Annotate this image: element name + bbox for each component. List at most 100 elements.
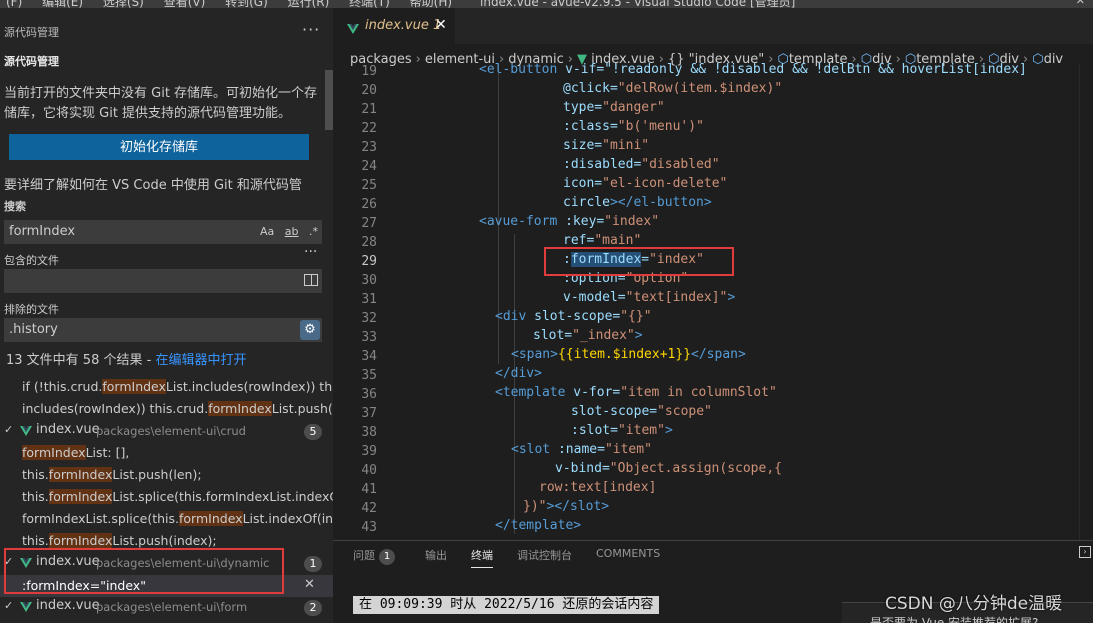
- match-word-icon[interactable]: ab: [285, 225, 299, 238]
- sidebar-header: 源代码管理: [4, 26, 59, 39]
- exclude-files-input[interactable]: .history ⚙: [4, 318, 322, 342]
- result-line[interactable]: if (!this.crud.formIndexList.includes(ro…: [22, 379, 333, 394]
- line-number: 43: [361, 520, 377, 535]
- line-number: 28: [361, 235, 377, 250]
- code-line: circle></el-button>: [563, 195, 712, 210]
- result-line[interactable]: this.formIndexList.splice(this.formIndex…: [22, 489, 333, 504]
- toggle-details-icon[interactable]: ···: [304, 244, 317, 260]
- menu-run[interactable]: 运行(R): [288, 0, 330, 8]
- tab-output[interactable]: 输出: [425, 547, 447, 563]
- menu-edit[interactable]: 编辑(E): [42, 0, 83, 8]
- line-number: 41: [361, 482, 377, 497]
- editor-scrollbar[interactable]: [1079, 64, 1093, 540]
- code-line: icon="el-icon-delete": [563, 176, 728, 191]
- file-path: packages\element-ui\crud: [96, 424, 246, 438]
- vue-file-icon: [20, 426, 32, 436]
- result-file-form[interactable]: ✓ index.vue packages\element-ui\form 2: [0, 597, 333, 619]
- sidebar: 源代码管理 ··· 源代码管理 当前打开的文件夹中没有 Git 存储库。可初始化…: [0, 8, 333, 623]
- search-input[interactable]: formIndex Aa ab .*: [4, 220, 322, 244]
- tab-problems[interactable]: 问题 1: [353, 547, 395, 565]
- code-line: </template>: [495, 518, 582, 533]
- code-line: <span>{{item.$index+1}}</span>: [511, 347, 746, 362]
- result-line[interactable]: this.formIndexList.push(len);: [22, 467, 333, 482]
- exclude-files-label: 排除的文件: [4, 303, 59, 316]
- line-number: 32: [361, 311, 377, 326]
- vue-file-icon: [20, 602, 32, 612]
- code-line: :disabled="disabled": [563, 157, 720, 172]
- line-number: 26: [361, 197, 377, 212]
- line-number: 37: [361, 406, 377, 421]
- code-line: </div>: [495, 366, 542, 381]
- open-editors-only-icon[interactable]: [304, 274, 318, 286]
- line-number: 34: [361, 349, 377, 364]
- tab-debug-console[interactable]: 调试控制台: [517, 547, 572, 563]
- title-bar: (F) 编辑(E) 选择(S) 查看(V) 转到(G) 运行(R) 终端(T) …: [0, 0, 1093, 8]
- result-line[interactable]: this.formIndexList.push(index);: [22, 533, 333, 548]
- code-line: @click="delRow(item.$index)": [563, 81, 783, 96]
- result-file-crud[interactable]: ✓ index.vue packages\element-ui\crud 5: [0, 421, 333, 443]
- code-line: v-bind="Object.assign(scope,{: [555, 461, 782, 476]
- more-actions-icon[interactable]: ···: [302, 20, 320, 39]
- use-exclude-settings-icon[interactable]: ⚙: [300, 320, 320, 340]
- match-case-icon[interactable]: Aa: [260, 225, 274, 238]
- tab-index-vue[interactable]: index.vue 1 ✕: [333, 8, 455, 44]
- line-number: 24: [361, 159, 377, 174]
- code-line: size="mini": [563, 138, 650, 153]
- code-line: <slot :name="item": [511, 442, 652, 457]
- terminal-output: 在 09:09:39 时从 2022/5/16 还原的会话内容: [353, 596, 660, 614]
- watermark: CSDN @八分钟de温暖: [885, 594, 1063, 614]
- include-files-label: 包含的文件: [4, 254, 59, 267]
- code-line: <div slot-scope="{}": [495, 309, 652, 324]
- file-name: index.vue: [36, 598, 100, 613]
- code-line: :class="b('menu')": [563, 119, 704, 134]
- line-number: 42: [361, 501, 377, 516]
- annotation-box: [544, 247, 734, 276]
- tab-label: index.vue 1: [365, 18, 442, 33]
- annotation-box: [4, 548, 284, 594]
- close-tab-icon[interactable]: ✕: [435, 17, 447, 33]
- line-number: 22: [361, 121, 377, 136]
- result-summary: 13 文件中有 58 个结果 - 在编辑器中打开: [6, 349, 246, 368]
- search-label: 搜索: [4, 200, 26, 213]
- window-close-icon[interactable]: ✕: [1076, 0, 1085, 7]
- line-number: 39: [361, 444, 377, 459]
- menu-go[interactable]: 转到(G): [225, 0, 268, 8]
- line-number: 21: [361, 102, 377, 117]
- line-number: 36: [361, 387, 377, 402]
- learn-more-text: 要详细了解如何在 VS Code 中使用 Git 和源代码管: [4, 178, 302, 193]
- breadcrumb-item[interactable]: div: [1044, 52, 1064, 67]
- regex-icon[interactable]: .*: [309, 225, 318, 238]
- code-line: slot="_index">: [533, 328, 643, 343]
- notification-text: 是否要为 Vue 安装推荐的扩展?: [870, 616, 1039, 623]
- init-repository-button[interactable]: 初始化存储库: [9, 134, 309, 160]
- code-line: :slot="item">: [571, 423, 673, 438]
- line-number: 31: [361, 292, 377, 307]
- line-number: 40: [361, 463, 377, 478]
- sidebar-scrollbar[interactable]: [325, 70, 333, 130]
- menu-selection[interactable]: 选择(S): [103, 0, 144, 8]
- menu-file[interactable]: (F): [6, 0, 22, 8]
- code-line: })"></slot>: [523, 499, 610, 514]
- result-line[interactable]: formIndexList.splice(this.formIndexList.…: [22, 511, 333, 526]
- open-in-editor-link[interactable]: 在编辑器中打开: [155, 353, 246, 368]
- maximize-panel-icon[interactable]: ›: [1079, 546, 1091, 558]
- code-line: <avue-form :key="index": [479, 214, 660, 229]
- element-icon: ⬡: [1032, 52, 1044, 67]
- result-count-text: 13 文件中有 58 个结果 -: [6, 353, 156, 368]
- line-number: 27: [361, 216, 377, 231]
- editor-tabs: index.vue 1 ✕: [333, 8, 1093, 44]
- dismiss-result-icon[interactable]: ✕: [304, 577, 315, 592]
- tab-terminal[interactable]: 终端: [471, 547, 493, 568]
- line-number: 19: [361, 64, 377, 79]
- chevron-down-icon[interactable]: ✓: [4, 423, 13, 436]
- menu-terminal[interactable]: 终端(T): [349, 0, 390, 8]
- code-line: <template v-for="item in columnSlot": [495, 385, 777, 400]
- match-count-badge: 1: [304, 556, 322, 572]
- result-line[interactable]: includes(rowIndex)) this.crud.formIndexL…: [22, 401, 333, 416]
- menu-help[interactable]: 帮助(H): [410, 0, 452, 8]
- menu-view[interactable]: 查看(V): [164, 0, 206, 8]
- tab-comments[interactable]: COMMENTS: [596, 547, 660, 560]
- chevron-down-icon[interactable]: ✓: [4, 599, 13, 612]
- include-files-input[interactable]: [4, 269, 322, 293]
- result-line[interactable]: formIndexList: [],: [22, 445, 333, 460]
